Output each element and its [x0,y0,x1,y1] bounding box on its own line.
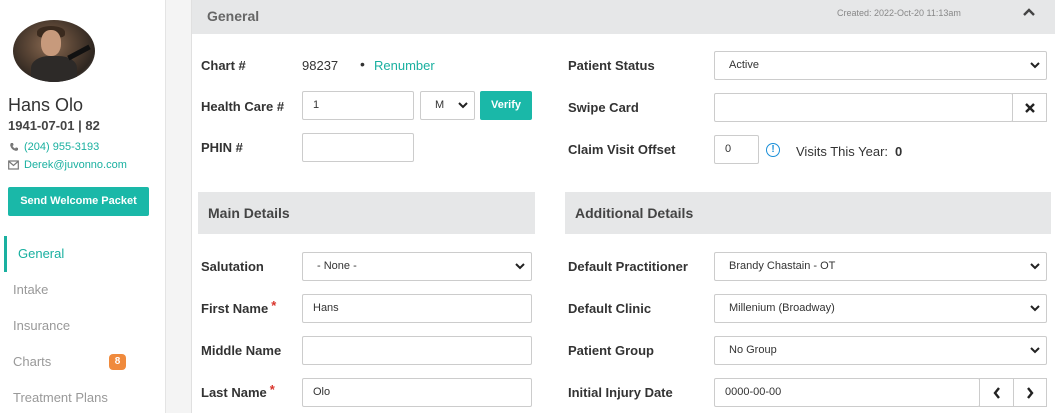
patient-email[interactable]: Derek@juvonno.com [8,159,127,171]
chevron-down-icon [1030,295,1040,312]
province-select[interactable]: M [420,91,475,120]
main-details-title: Main Details [208,205,290,221]
sidebar-item-label: Charts [13,354,52,369]
chevron-down-icon [1030,253,1040,270]
chevron-down-icon [1030,52,1040,69]
initial-injury-date-input[interactable]: 0000-00-00 [714,378,980,407]
swipe-card-label: Swipe Card [568,100,639,115]
charts-count-badge: 8 [109,354,126,370]
required-asterisk: * [271,298,277,313]
first-name-label: First Name * [201,298,277,316]
chart-number-label: Chart # [201,58,246,73]
required-asterisk: * [269,382,275,397]
phone-icon [8,142,19,153]
default-clinic-select[interactable]: Millenium (Broadway) [714,294,1047,323]
collapse-chevron-up-icon[interactable] [1022,4,1036,20]
health-care-number-input[interactable]: 1 [302,91,414,120]
phin-label: PHIN # [201,140,243,155]
chart-number-value: 98237 [302,58,339,73]
last-name-label: Last Name * [201,382,275,400]
clear-swipe-card-button[interactable] [1012,93,1047,122]
sidebar-item-charts[interactable]: Charts 8 [0,344,166,380]
swipe-card-input[interactable] [714,93,1013,122]
chevron-down-icon [458,92,468,109]
additional-details-title: Additional Details [575,205,694,221]
created-timestamp: Created: 2022-Oct-20 11:13am [837,8,961,18]
previous-date-button[interactable] [979,378,1014,407]
panel-title: General [207,8,260,24]
next-date-button[interactable] [1013,378,1047,407]
avatar[interactable] [13,20,95,82]
default-practitioner-select[interactable]: Brandy Chastain - OT [714,252,1047,281]
patient-group-label: Patient Group [568,343,654,358]
default-clinic-value: Millenium (Broadway) [729,302,835,314]
general-panel: General Created: 2022-Oct-20 11:13am Cha… [191,0,1055,413]
middle-name-input[interactable] [302,336,532,365]
additional-details-header: Additional Details [565,192,1051,234]
patient-phone-text[interactable]: (204) 955-3193 [24,141,99,153]
sidebar-item-treatment-plans[interactable]: Treatment Plans [0,380,166,413]
envelope-icon [8,159,19,171]
chevron-left-icon [992,387,1001,402]
salutation-select[interactable]: - None - [302,252,532,281]
default-clinic-label: Default Clinic [568,301,652,316]
middle-name-label: Middle Name [201,343,282,358]
salutation-value: - None - [317,260,357,272]
chevron-down-icon [1030,337,1040,354]
sidebar-item-insurance[interactable]: Insurance [0,308,166,344]
sidebar-item-intake[interactable]: Intake [0,272,166,308]
info-icon[interactable]: ! [766,143,780,157]
sidebar-nav: General Intake Insurance Charts 8 Treatm… [0,236,166,413]
default-practitioner-label: Default Practitioner [568,259,688,274]
visits-this-year-value: 0 [895,144,903,159]
patient-status-select[interactable]: Active [714,51,1047,80]
bullet-separator: • [360,56,365,72]
patient-phone[interactable]: (204) 955-3193 [8,141,99,153]
patient-status-value: Active [729,59,759,71]
patient-email-text[interactable]: Derek@juvonno.com [24,159,127,171]
chevron-right-icon [1026,387,1034,402]
patient-dob-age: 1941-07-01 | 82 [8,118,100,133]
initial-injury-date-label: Initial Injury Date [568,385,673,400]
province-select-value: M [435,99,445,111]
visits-this-year-label: Visits This Year: [796,144,889,159]
patient-group-value: No Group [729,344,777,356]
panel-header[interactable]: General Created: 2022-Oct-20 11:13am [192,0,1055,34]
patient-name: Hans Olo [8,95,84,115]
phin-input[interactable] [302,133,414,162]
verify-button[interactable]: Verify [480,91,532,120]
salutation-label: Salutation [201,259,264,274]
main-details-header: Main Details [198,192,535,234]
claim-visit-offset-label: Claim Visit Offset [568,142,676,157]
claim-visit-offset-input[interactable]: 0 [714,135,759,164]
patient-status-label: Patient Status [568,58,655,73]
patient-group-select[interactable]: No Group [714,336,1047,365]
health-care-number-label: Health Care # [201,99,285,114]
close-icon [1024,102,1036,117]
renumber-link[interactable]: Renumber [374,58,435,73]
sidebar: Hans Olo 1941-07-01 | 82 (204) 955-3193 … [0,0,166,413]
send-welcome-packet-button[interactable]: Send Welcome Packet [8,187,149,216]
default-practitioner-value: Brandy Chastain - OT [729,260,836,272]
last-name-input[interactable]: Olo [302,378,532,407]
sidebar-item-general[interactable]: General [0,236,166,272]
first-name-input[interactable]: Hans [302,294,532,323]
chevron-down-icon [515,253,525,270]
